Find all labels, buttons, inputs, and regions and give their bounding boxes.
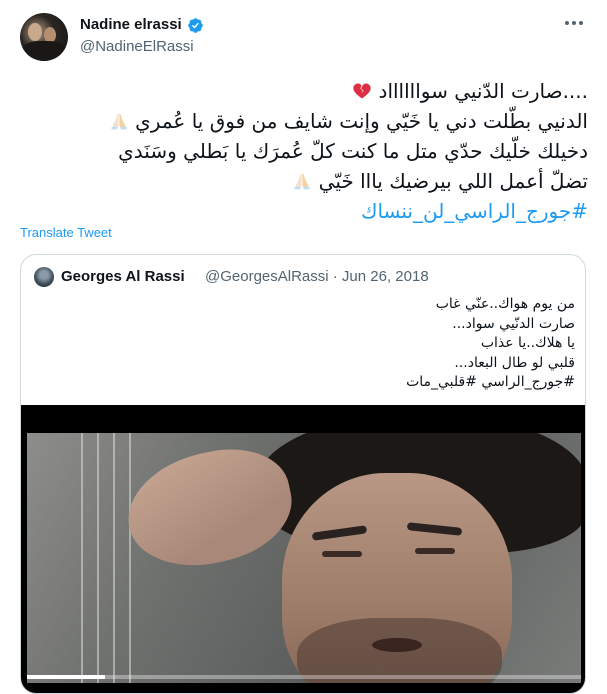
author-avatar[interactable] [20, 13, 68, 61]
quoted-tweet-card[interactable]: Georges Al Rassi @GeorgesAlRassi · Jun 2… [20, 254, 586, 694]
quoted-line-2: صارت الدنّيي سواد... [452, 315, 575, 332]
tweet-line-4: تضلّ أعمل اللي بيرضيك يااا خَيّي [20, 166, 588, 196]
folded-hands-icon [294, 173, 310, 190]
verified-badge-icon [188, 18, 203, 33]
quoted-line-1: من يوم هواك..عنّي غاب [435, 296, 575, 312]
quoted-tweet-text: من يوم هواك..عنّي غاب صارت الدنّيي سواد.… [35, 295, 575, 393]
tweet-line-1: ....صارت الدّنيي سوااااااد [20, 76, 588, 106]
video-guitar-strings [67, 433, 137, 683]
tweet-hashtag-link[interactable]: #جورج_الراسي_لن_ننساك [20, 196, 588, 226]
more-options-icon[interactable] [562, 14, 586, 32]
tweet-text: ....صارت الدّنيي سوااااااد الدنيي بطّلت … [20, 76, 588, 226]
quoted-author-name: Georges Al Rassi [61, 268, 185, 285]
video-eye-right [415, 548, 455, 554]
author-handle[interactable]: @NadineElRassi [80, 38, 194, 55]
author-name[interactable]: Nadine elrassi [80, 16, 182, 33]
video-progress-bar[interactable] [27, 675, 581, 679]
tweet-line-3: دخيلك خلّيك حدّي متل ما كنت كلّ عُمرَك ي… [118, 139, 588, 163]
folded-hands-icon [111, 113, 127, 130]
tweet-line-2: الدنيي بطّلت دني يا خَيّي وإنت شايف من ف… [20, 106, 588, 136]
video-mouth [372, 638, 422, 652]
quoted-line-4: قلبي لو طال البعاد... [454, 354, 575, 371]
quoted-line-3: يا هلاك..يا عذاب [480, 335, 575, 351]
video-eye-left [322, 551, 362, 557]
quoted-author-avatar [34, 267, 54, 287]
avatar-shoulders [22, 41, 66, 61]
translate-tweet-link[interactable]: Translate Tweet [20, 225, 112, 240]
quoted-line-5: #جورج_الراسي #قلبي_مات [406, 374, 575, 390]
avatar-face-left [28, 23, 42, 41]
broken-heart-icon [353, 83, 371, 99]
video-frame [27, 433, 581, 683]
video-progress-fill [27, 675, 105, 679]
quoted-handle-date: @GeorgesAlRassi · Jun 26, 2018 [205, 268, 429, 285]
video-player[interactable] [21, 405, 585, 693]
